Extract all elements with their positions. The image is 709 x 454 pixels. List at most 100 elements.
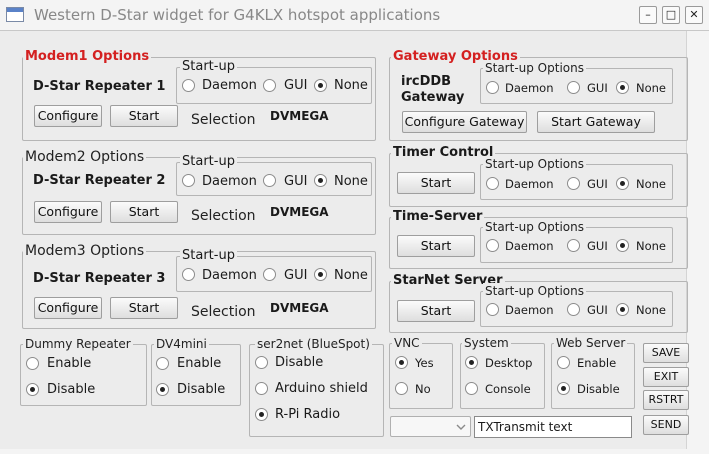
time-server-none-radio[interactable]: [616, 239, 629, 252]
modem2-daemon-label: Daemon: [202, 174, 257, 189]
timer-startup-label: Start-up Options: [483, 156, 586, 172]
dummy-disable-label: Disable: [47, 382, 96, 397]
modem1-daemon-radio[interactable]: [182, 79, 195, 92]
modem1-gui-radio[interactable]: [263, 79, 276, 92]
system-console-radio[interactable]: [465, 382, 478, 395]
system-console-label: Console: [485, 382, 531, 396]
gateway-gui-radio[interactable]: [567, 81, 580, 94]
time-server-daemon-label: Daemon: [505, 239, 554, 253]
timer-daemon-radio[interactable]: [486, 177, 499, 190]
send-button[interactable]: SEND: [643, 415, 689, 435]
modem2-startup-label: Start-up: [180, 154, 237, 170]
vnc-no-radio[interactable]: [395, 382, 408, 395]
web-server-enable-radio[interactable]: [557, 356, 570, 369]
dv4mini-enable-radio[interactable]: [156, 357, 169, 370]
modem3-daemon-radio[interactable]: [182, 268, 195, 281]
starnet-none-radio[interactable]: [616, 303, 629, 316]
ser2net-rpi-radio[interactable]: [255, 408, 268, 421]
web-server-enable-label: Enable: [577, 356, 617, 370]
app-icon: [6, 7, 24, 22]
modem1-selection-value: DVMEGA: [270, 109, 329, 123]
modem3-gui-radio[interactable]: [263, 268, 276, 281]
modem3-start-button[interactable]: Start: [110, 297, 178, 319]
title-bar: Western D-Star widget for G4KLX hotspot …: [0, 0, 709, 31]
time-server-startup-label: Start-up Options: [483, 219, 586, 235]
start-gateway-button[interactable]: Start Gateway: [537, 111, 655, 133]
modem2-none-radio[interactable]: [314, 174, 327, 187]
modem3-options-title: Modem3 Options: [23, 243, 147, 259]
gateway-daemon-radio[interactable]: [486, 81, 499, 94]
transmit-combo[interactable]: [390, 416, 471, 437]
starnet-gui-radio[interactable]: [567, 303, 580, 316]
exit-button[interactable]: EXIT: [643, 367, 689, 387]
modem1-start-button[interactable]: Start: [110, 105, 178, 127]
gateway-none-radio[interactable]: [616, 81, 629, 94]
vnc-title: VNC: [392, 335, 422, 351]
system-desktop-radio[interactable]: [465, 356, 478, 369]
modem2-none-label: None: [334, 174, 368, 189]
dummy-disable-radio[interactable]: [26, 383, 39, 396]
modem2-configure-button[interactable]: Configure: [34, 201, 102, 223]
starnet-none-label: None: [636, 303, 667, 317]
time-server-start-button[interactable]: Start: [397, 235, 475, 257]
save-button[interactable]: SAVE: [643, 343, 689, 363]
timer-none-label: None: [636, 177, 667, 191]
modem2-name: D-Star Repeater 2: [33, 173, 166, 188]
modem2-start-button[interactable]: Start: [110, 201, 178, 223]
modem3-startup-label: Start-up: [180, 248, 237, 264]
timer-start-button[interactable]: Start: [397, 172, 475, 194]
minimize-icon[interactable]: –: [639, 6, 657, 24]
configure-gateway-button[interactable]: Configure Gateway: [402, 111, 527, 133]
modem1-none-label: None: [334, 78, 368, 93]
starnet-start-button[interactable]: Start: [397, 300, 475, 322]
timer-control-title: Timer Control: [391, 145, 496, 161]
gateway-name-line2: Gateway: [401, 90, 465, 105]
time-server-daemon-radio[interactable]: [486, 239, 499, 252]
modem2-gui-radio[interactable]: [263, 174, 276, 187]
modem2-daemon-radio[interactable]: [182, 174, 195, 187]
vnc-yes-radio[interactable]: [395, 356, 408, 369]
modem3-configure-button[interactable]: Configure: [34, 297, 102, 319]
modem1-none-radio[interactable]: [314, 79, 327, 92]
modem3-none-radio[interactable]: [314, 268, 327, 281]
dummy-enable-radio[interactable]: [26, 357, 39, 370]
starnet-daemon-radio[interactable]: [486, 303, 499, 316]
gateway-none-label: None: [636, 81, 667, 95]
timer-gui-radio[interactable]: [567, 177, 580, 190]
modem3-gui-label: GUI: [284, 268, 308, 283]
modem2-gui-label: GUI: [284, 174, 308, 189]
ser2net-disable-label: Disable: [275, 355, 324, 370]
ser2net-title: ser2net (BlueSpot): [255, 336, 372, 352]
web-server-title: Web Server: [554, 335, 628, 351]
close-icon[interactable]: ✕: [685, 6, 703, 24]
modem1-options-title: Modem1 Options: [23, 49, 152, 65]
ser2net-arduino-label: Arduino shield: [275, 381, 368, 396]
dummy-repeater-title: Dummy Repeater: [23, 336, 133, 352]
gateway-daemon-label: Daemon: [505, 81, 554, 95]
timer-none-radio[interactable]: [616, 177, 629, 190]
ser2net-disable-radio[interactable]: [255, 356, 268, 369]
system-desktop-label: Desktop: [485, 356, 533, 370]
restart-button[interactable]: RSTRT: [643, 390, 689, 410]
starnet-startup-label: Start-up Options: [483, 283, 586, 299]
timer-daemon-label: Daemon: [505, 177, 554, 191]
modem3-daemon-label: Daemon: [202, 268, 257, 283]
ser2net-arduino-radio[interactable]: [255, 382, 268, 395]
modem3-name: D-Star Repeater 3: [33, 271, 166, 286]
modem2-selection-value: DVMEGA: [270, 205, 329, 219]
web-server-disable-label: Disable: [577, 382, 620, 396]
modem1-daemon-label: Daemon: [202, 78, 257, 93]
dv4mini-disable-radio[interactable]: [156, 383, 169, 396]
modem3-selection-value: DVMEGA: [270, 301, 329, 315]
time-server-gui-radio[interactable]: [567, 239, 580, 252]
modem3-none-label: None: [334, 268, 368, 283]
transmit-text-input[interactable]: TXTransmit text: [474, 416, 632, 438]
system-frame: [460, 343, 545, 409]
gateway-startup-label: Start-up Options: [483, 60, 586, 76]
web-server-disable-radio[interactable]: [557, 382, 570, 395]
dummy-enable-label: Enable: [47, 356, 92, 371]
dv4mini-disable-label: Disable: [177, 382, 226, 397]
dv4mini-title: DV4mini: [154, 336, 209, 352]
maximize-icon[interactable]: □: [662, 6, 680, 24]
modem1-configure-button[interactable]: Configure: [34, 105, 102, 127]
